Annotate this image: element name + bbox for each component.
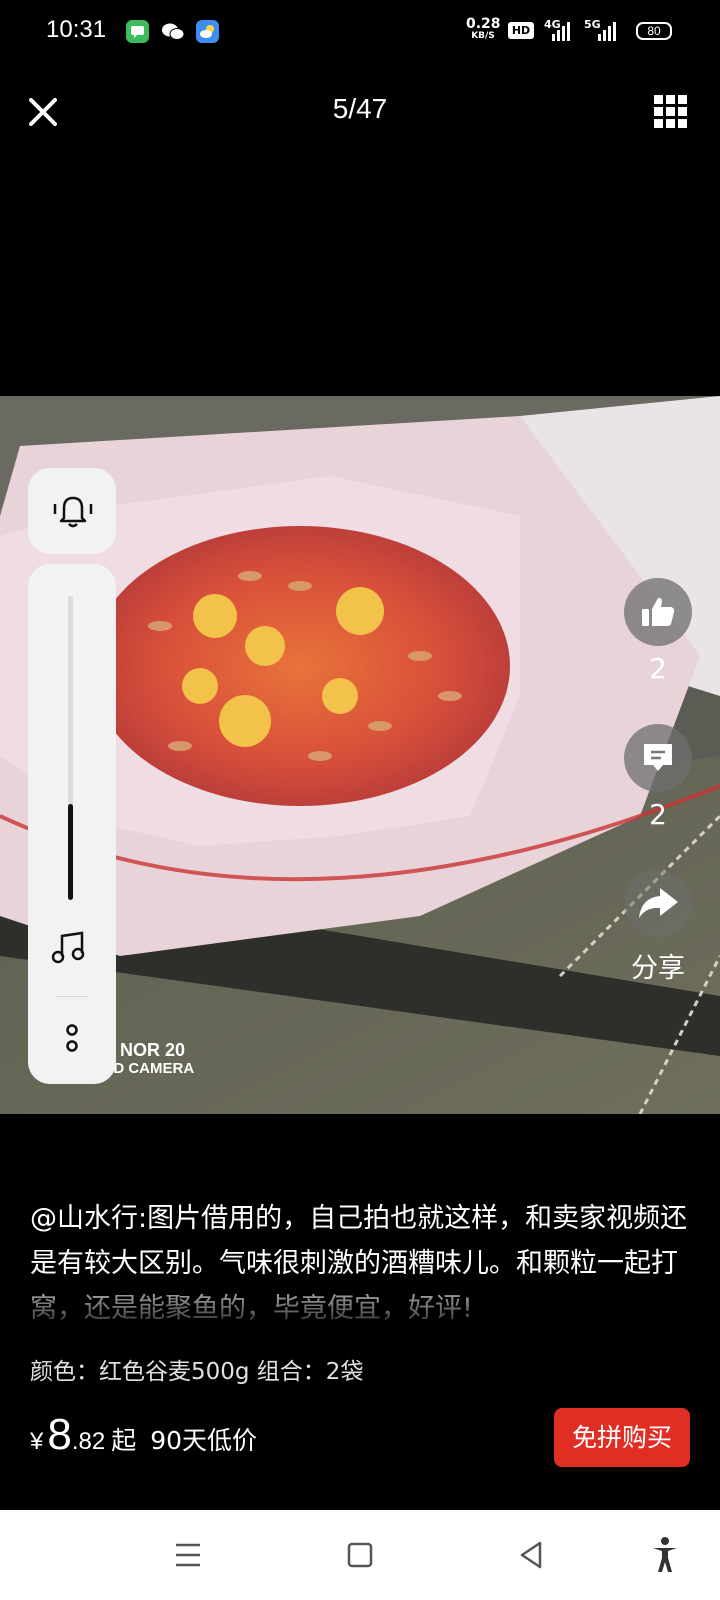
volume-slider-level[interactable] [68,804,73,900]
menu-icon[interactable] [174,1542,202,1568]
home-icon[interactable] [347,1542,373,1568]
like-count: 2 [649,652,667,685]
clock: 10:31 [46,16,107,43]
grid-icon[interactable] [654,95,688,129]
message-app-icon [126,20,149,43]
currency-symbol: ¥ [30,1428,44,1455]
image-counter: 5/47 [332,93,388,124]
share-label: 分享 [631,953,685,984]
price-integer: 8 [47,1410,72,1459]
price-decimal: .82 [71,1428,106,1455]
panel-divider [55,996,89,997]
hd-icon: HD [508,22,534,39]
like-button[interactable] [624,578,692,646]
price: ¥ 8 .82 起 90天低价 [30,1410,257,1470]
comment-button[interactable] [624,724,692,792]
status-bar: 10:31 0.28 KB/S HD 4G 5G 80 [0,0,720,64]
accessibility-icon[interactable] [650,1536,680,1574]
comment-count: 2 [649,798,667,831]
low-price-tag: 90天低价 [150,1426,258,1455]
network-speed: 0.28 KB/S [466,16,501,41]
price-suffix: 起 [111,1426,137,1455]
buy-button[interactable]: 免拼购买 [554,1408,690,1467]
signal-icon [552,22,570,41]
battery-icon: 80 [636,22,672,40]
more-options-icon[interactable] [62,1024,82,1056]
review-fade-overlay [0,1288,720,1328]
system-nav-bar [0,1510,720,1600]
back-icon[interactable] [518,1540,544,1570]
share-arrow-icon [639,888,678,918]
weather-app-icon [196,20,219,43]
comment-icon [644,744,672,771]
share-button[interactable] [624,870,692,938]
music-note-icon[interactable] [50,930,90,966]
bell-icon [53,496,93,528]
signal-5g-icon [598,22,616,41]
thumbs-up-icon [642,597,675,626]
product-spec: 颜色：红色谷麦500g 组合：2袋 [30,1359,364,1385]
wechat-icon [160,20,185,43]
bell-button[interactable] [28,468,116,554]
